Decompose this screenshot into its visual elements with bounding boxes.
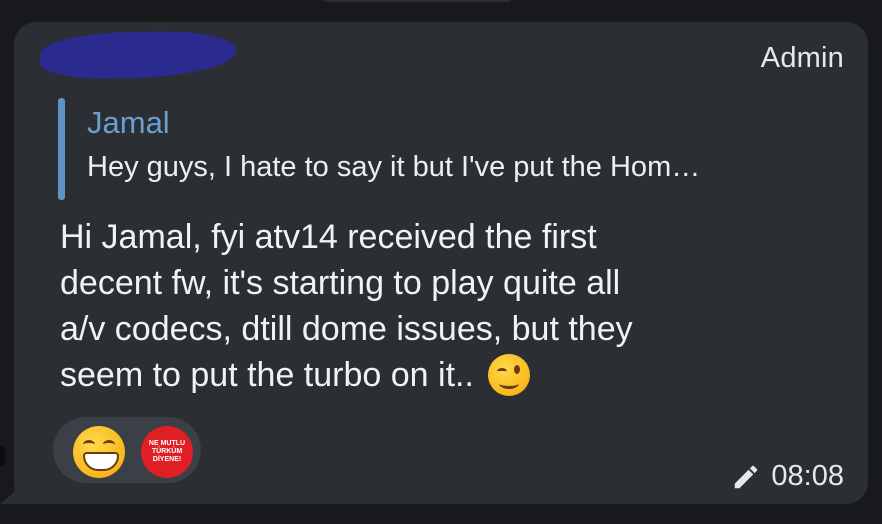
admin-badge: Admin (760, 42, 844, 74)
message-body: Hi Jamal, fyi atv14 received the first d… (60, 214, 820, 398)
wink-emoji-icon (487, 354, 530, 396)
sticker-line: NE MUTLU (148, 440, 186, 447)
pencil-icon (735, 465, 758, 488)
message-time: 08:08 (771, 460, 844, 492)
reactions-bar[interactable]: NE MUTLU TÜRKÜM DİYENE! (53, 417, 201, 483)
message-line-text: seem to put the turbo on it.. (60, 356, 474, 394)
reply-snippet: Hey guys, I hate to say it but I've put … (87, 151, 701, 183)
reply-author: Jamal (87, 105, 170, 140)
message-line: Hi Jamal, fyi atv14 received the first (60, 218, 597, 256)
turkish-sticker-icon[interactable]: NE MUTLU TÜRKÜM DİYENE! (141, 426, 193, 478)
previous-message-edge (322, 0, 512, 2)
message-line: decent fw, it's starting to play quite a… (60, 264, 621, 302)
message-line: seem to put the turbo on it.. (60, 352, 820, 398)
sticker-line: DİYENE! (152, 456, 182, 463)
grinning-face-emoji-icon[interactable] (73, 426, 125, 478)
chat-screen: Admin Jamal Hey guys, I hate to say it b… (0, 0, 882, 524)
reply-accent-bar (58, 98, 65, 200)
message-line: a/v codecs, dtill dome issues, but they (60, 310, 633, 348)
reply-quote[interactable]: Jamal Hey guys, I hate to say it but I'v… (58, 98, 838, 200)
sticker-line: TÜRKÜM (151, 448, 183, 455)
scroll-edge-marker (0, 446, 5, 466)
message-meta: 08:08 (731, 460, 844, 493)
